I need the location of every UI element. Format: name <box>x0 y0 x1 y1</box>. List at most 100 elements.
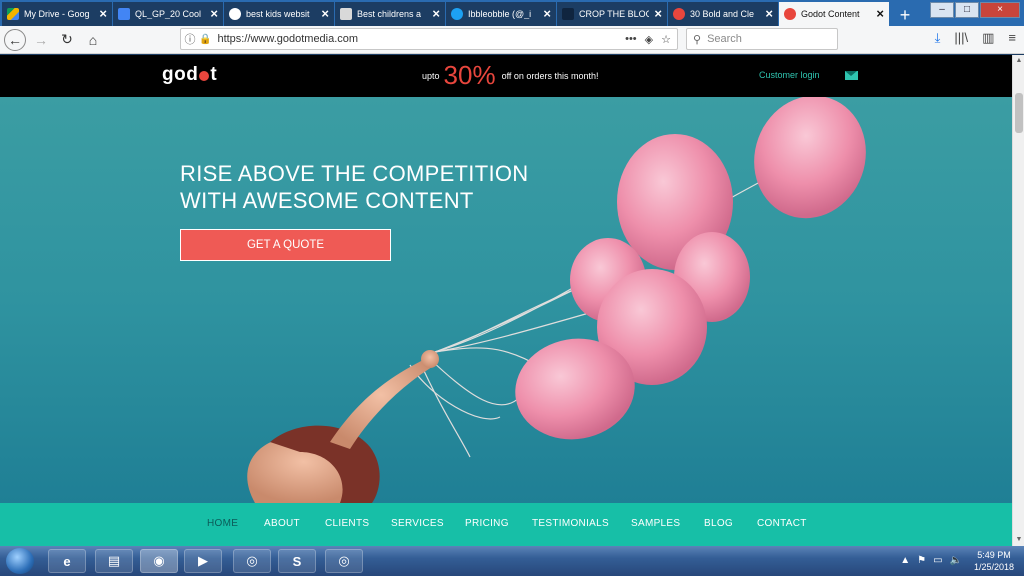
nav-item-blog[interactable]: BLOG <box>704 518 733 529</box>
info-icon[interactable]: ⓘ <box>181 31 199 47</box>
nav-item-samples[interactable]: SAMPLES <box>631 518 680 529</box>
scroll-thumb[interactable] <box>1015 93 1023 133</box>
minimize-icon[interactable]: – <box>930 2 954 18</box>
headline-line: WITH AWESOME CONTENT <box>180 188 474 213</box>
promo-suffix: off on orders this month! <box>501 70 599 81</box>
skype-icon[interactable]: S <box>278 549 316 573</box>
library-icon[interactable]: |||\ <box>954 30 968 46</box>
close-tab-icon[interactable]: × <box>321 6 329 21</box>
navigation-toolbar: ← → ↻ ⌂ ⓘ 🔒 https://www.godotmedia.com •… <box>0 26 1024 54</box>
forward-arrow-icon[interactable]: → <box>30 29 52 51</box>
close-tab-icon[interactable]: × <box>876 6 884 21</box>
nav-item-pricing[interactable]: PRICING <box>465 518 509 529</box>
browser-tab-active[interactable]: Godot Content × <box>779 2 889 26</box>
menu-icon[interactable]: ≡ <box>1008 30 1016 46</box>
reload-icon[interactable]: ↻ <box>56 29 78 51</box>
google-icon <box>229 8 241 20</box>
windows-taskbar: e ▤ ◉ ▶ ◎ S ◎ ▲ ⚑ ▭ 🔈 5:49 PM 1/25/2018 <box>0 546 1024 576</box>
close-tab-icon[interactable]: × <box>543 6 551 21</box>
network-icon[interactable]: ▭ <box>933 555 942 566</box>
file-explorer-icon[interactable]: ▤ <box>95 549 133 573</box>
page-actions-icon[interactable]: ••• <box>625 33 637 46</box>
mail-icon[interactable] <box>845 71 858 80</box>
search-box[interactable]: ⚲ Search <box>686 28 838 50</box>
balloons-illustration <box>247 97 866 503</box>
download-icon[interactable]: ⤓ <box>935 30 941 46</box>
back-arrow-icon[interactable]: ← <box>4 28 26 51</box>
get-quote-button[interactable]: GET A QUOTE <box>180 229 391 261</box>
promo-percent: 30% <box>443 60 496 90</box>
promo-banner: upto 30% off on orders this month! <box>422 60 598 91</box>
promo-prefix: upto <box>422 70 440 81</box>
browser-tab[interactable]: 30 Bold and Cle × <box>668 2 778 26</box>
lock-icon: 🔒 <box>199 33 212 45</box>
close-window-icon[interactable]: × <box>980 2 1020 18</box>
system-tray: ▲ ⚑ ▭ 🔈 <box>900 555 962 566</box>
tab-title: 30 Bold and Cle <box>690 9 755 19</box>
media-player-icon[interactable]: ▶ <box>184 549 222 573</box>
search-icon: ⚲ <box>693 33 702 46</box>
firefox-icon[interactable]: ◉ <box>140 549 178 573</box>
site-header: god t upto 30% off on orders this month! … <box>0 55 1012 97</box>
url-text[interactable]: https://www.godotmedia.com <box>217 33 625 45</box>
tab-title: best kids websit <box>246 9 310 19</box>
docs-icon <box>118 8 130 20</box>
logo-dot <box>199 71 210 81</box>
close-tab-icon[interactable]: × <box>432 6 440 21</box>
maximize-icon[interactable]: □ <box>955 2 979 18</box>
close-tab-icon[interactable]: × <box>765 6 773 21</box>
tab-title: Ibbleobble (@_i <box>468 9 532 19</box>
site-icon <box>340 8 352 20</box>
tab-strip: My Drive - Goog × QL_GP_20 Cool × best kid… <box>0 0 1024 26</box>
godot-logo[interactable]: god t <box>162 64 217 86</box>
browser-tab[interactable]: Ibbleobble (@_i × <box>446 2 556 26</box>
scroll-up-icon[interactable]: ▲ <box>1013 55 1024 67</box>
nav-item-home[interactable]: HOME <box>207 518 238 529</box>
nav-item-about[interactable]: ABOUT <box>264 518 300 529</box>
browser-tab[interactable]: QL_GP_20 Cool × <box>113 2 223 26</box>
show-hidden-icons-icon[interactable]: ▲ <box>900 555 910 566</box>
close-tab-icon[interactable]: × <box>654 6 662 21</box>
browser-tab[interactable]: CROP THE BLOC × <box>557 2 667 26</box>
browser-tab[interactable]: Best childrens a × <box>335 2 445 26</box>
godot-icon <box>784 8 796 20</box>
logo-text-end: t <box>210 64 218 85</box>
home-icon[interactable]: ⌂ <box>82 29 104 51</box>
tab-title: CROP THE BLOC <box>579 9 649 19</box>
pocket-icon[interactable]: ◈ <box>645 33 653 46</box>
nav-item-contact[interactable]: CONTACT <box>757 518 807 529</box>
action-center-icon[interactable]: ⚑ <box>917 555 926 566</box>
browser-tab[interactable]: My Drive - Goog × <box>2 2 112 26</box>
scroll-down-icon[interactable]: ▼ <box>1013 534 1024 546</box>
drive-icon <box>7 8 19 20</box>
site-icon <box>673 8 685 20</box>
internet-explorer-icon[interactable]: e <box>48 549 86 573</box>
close-tab-icon[interactable]: × <box>210 6 218 21</box>
volume-icon[interactable]: 🔈 <box>950 555 962 566</box>
logo-text: god <box>162 64 199 85</box>
browser-tab[interactable]: best kids websit × <box>224 2 334 26</box>
hero-section: RISE ABOVE THE COMPETITION WITH AWESOME … <box>0 97 1012 503</box>
bookmark-star-icon[interactable]: ☆ <box>661 33 671 46</box>
nav-item-clients[interactable]: CLIENTS <box>325 518 369 529</box>
twitter-icon <box>451 8 463 20</box>
chrome-icon[interactable]: ◎ <box>233 549 271 573</box>
vertical-scrollbar[interactable]: ▲ ▼ <box>1012 55 1024 546</box>
customer-login-link[interactable]: Customer login <box>759 70 820 80</box>
start-button[interactable] <box>6 548 34 574</box>
tab-title: QL_GP_20 Cool <box>135 9 202 19</box>
address-bar[interactable]: ⓘ 🔒 https://www.godotmedia.com ••• ◈ ☆ <box>180 28 678 50</box>
nav-item-services[interactable]: SERVICES <box>391 518 444 529</box>
nav-item-testimonials[interactable]: TESTIMONIALS <box>532 518 609 529</box>
close-tab-icon[interactable]: × <box>99 6 107 21</box>
sidebar-icon[interactable]: ▥ <box>982 30 994 46</box>
system-clock[interactable]: 5:49 PM 1/25/2018 <box>974 549 1014 573</box>
crop-icon <box>562 8 574 20</box>
clock-date: 1/25/2018 <box>973 562 1014 572</box>
tab-title: My Drive - Goog <box>24 9 90 19</box>
new-tab-button[interactable]: + <box>894 4 916 26</box>
headline-line: RISE ABOVE THE COMPETITION <box>180 161 529 186</box>
hero-headline: RISE ABOVE THE COMPETITION WITH AWESOME … <box>180 160 528 214</box>
chrome-app-icon[interactable]: ◎ <box>325 549 363 573</box>
site-nav: HOME ABOUT CLIENTS SERVICES PRICING TEST… <box>0 503 1012 546</box>
